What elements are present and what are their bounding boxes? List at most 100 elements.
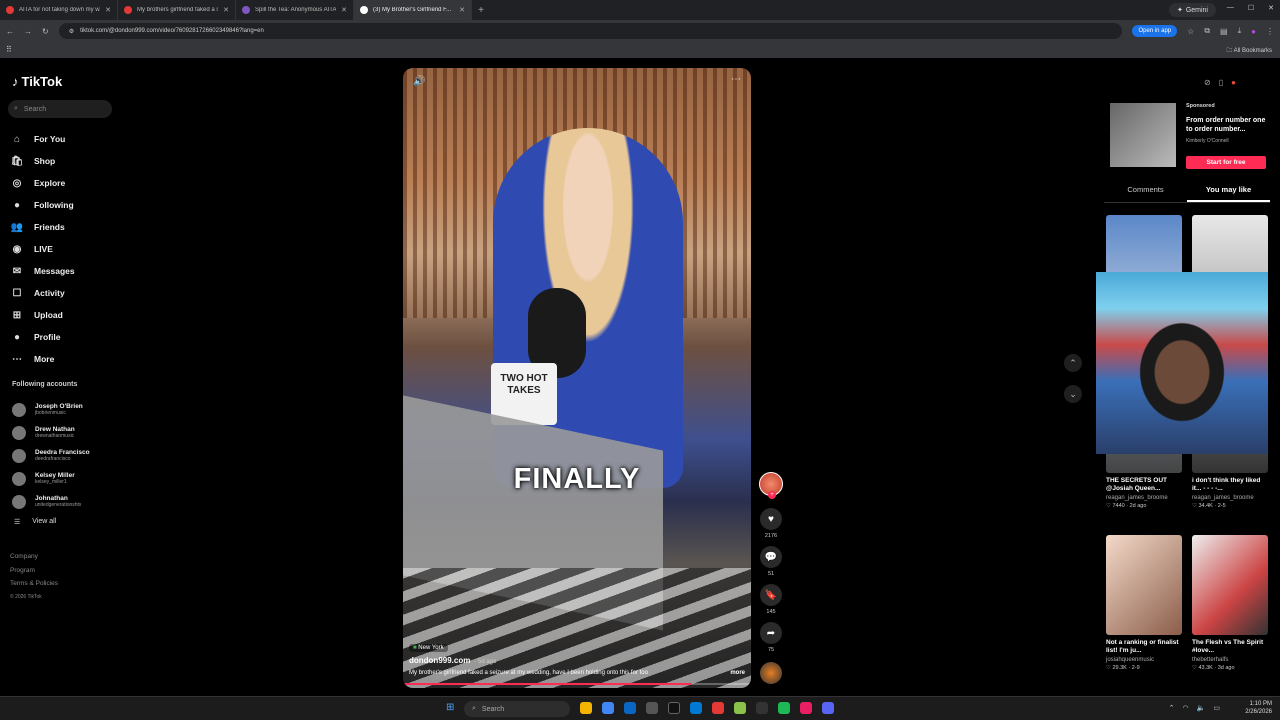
list-icon: ☰	[14, 519, 21, 526]
apps-grid-icon[interactable]: ⠿	[6, 45, 12, 54]
profile-avatar-icon[interactable]: ●	[1251, 27, 1256, 36]
mail-icon[interactable]	[690, 702, 702, 714]
sponsored-ad[interactable]: Sponsored From order number one to order…	[1110, 103, 1270, 173]
close-window-icon[interactable]: ✕	[1268, 4, 1274, 12]
minimize-icon[interactable]: —	[1227, 4, 1234, 12]
video-author[interactable]: dondon999.com · 5d ago	[409, 656, 745, 665]
browser-tab[interactable]: My brothers girlfriend faked a s... ✕	[118, 0, 236, 20]
clock[interactable]: 1:10 PM 2/26/2026	[1245, 700, 1272, 716]
next-video-button[interactable]: ⌄	[1064, 385, 1082, 403]
browser-tab[interactable]: AITA for not taking down my w... ✕	[0, 0, 118, 20]
search-input[interactable]: ⌕ Search	[8, 100, 112, 118]
location-pin-icon: ■	[413, 645, 417, 651]
open-in-app-button[interactable]: Open in app	[1132, 25, 1178, 37]
volume-icon[interactable]: 🔊	[413, 76, 425, 87]
creator-avatar[interactable]: +	[759, 472, 783, 499]
all-bookmarks-link[interactable]: 🗀 All Bookmarks	[1226, 46, 1272, 56]
follow-plus-icon[interactable]: +	[768, 491, 776, 499]
compass-tool-icon[interactable]: ⊘	[1204, 78, 1211, 87]
previous-video-button[interactable]: ⌃	[1064, 354, 1082, 372]
footer-terms[interactable]: Terms & Policies	[10, 577, 58, 591]
bookmark-star-icon[interactable]: ☆	[1187, 27, 1194, 36]
phone-icon[interactable]: ▯	[1219, 78, 1223, 87]
nav-item-following[interactable]: ● Following	[10, 194, 120, 216]
footer-company[interactable]: Company	[10, 550, 58, 564]
gemini-button[interactable]: ✦ Gemini	[1168, 3, 1216, 17]
close-tab-icon[interactable]: ✕	[341, 6, 347, 14]
following-account[interactable]: Joseph O'Brien jbobrienmusic	[12, 398, 122, 421]
video-progress-bar[interactable]	[403, 683, 751, 685]
terminal-icon[interactable]	[756, 702, 768, 714]
location-tag[interactable]: ■ New York	[409, 644, 448, 652]
recommended-card[interactable]: The Flesh vs The Spirit #love... thebett…	[1192, 535, 1268, 671]
back-icon[interactable]: ←	[6, 27, 14, 36]
share-button[interactable]: ➦	[760, 622, 782, 644]
taskbar-search[interactable]: ⌕ Search	[464, 701, 570, 717]
battery-icon[interactable]: ▭	[1213, 704, 1220, 712]
nav-item-explore[interactable]: ◎ Explore	[10, 172, 120, 194]
user-avatar-icon[interactable]: ●	[1231, 78, 1236, 87]
music-disc-icon[interactable]	[760, 662, 782, 684]
save-button[interactable]: 🔖	[760, 584, 782, 606]
more-link[interactable]: more	[730, 670, 745, 676]
following-account[interactable]: Johnathan unitedgenerationshtx	[12, 490, 122, 513]
chrome-icon[interactable]	[602, 702, 614, 714]
like-button[interactable]: ♥	[760, 508, 782, 530]
following-account[interactable]: Drew Nathan drewnathanmusic	[12, 421, 122, 444]
address-bar-row: ← → ↻ ⚙ tiktok.com/@dondon999.com/video/…	[0, 20, 1280, 42]
tab-you-may-like[interactable]: You may like	[1187, 185, 1270, 202]
clock-date: 2/26/2026	[1245, 709, 1272, 715]
speaker-icon[interactable]: 🔈	[1197, 704, 1206, 712]
comment-button[interactable]: 💬	[760, 546, 782, 568]
footer-program[interactable]: Program	[10, 564, 58, 578]
nav-item-friends[interactable]: 👥 Friends	[10, 216, 120, 238]
spotify-icon[interactable]	[778, 702, 790, 714]
nav-item-shop[interactable]: 🛍 Shop	[10, 150, 120, 172]
browser-menu-icon[interactable]: ⋮	[1266, 27, 1274, 36]
app-icon[interactable]	[646, 702, 658, 714]
wifi-icon[interactable]: ◠	[1183, 704, 1189, 712]
nav-item-live[interactable]: ◉ LIVE	[10, 238, 120, 260]
nav-item-for-you[interactable]: ⌂ For You	[10, 128, 120, 150]
discord-icon[interactable]	[822, 702, 834, 714]
maximize-icon[interactable]: ☐	[1248, 4, 1254, 12]
reload-icon[interactable]: ↻	[42, 27, 49, 36]
url-field[interactable]: ⚙ tiktok.com/@dondon999.com/video/760928…	[58, 23, 1123, 39]
panel-tabs: Comments You may like	[1104, 185, 1270, 203]
nav-item-upload[interactable]: ⊞ Upload	[10, 304, 120, 326]
nav-item-more[interactable]: ⋯ More	[10, 348, 120, 370]
chevron-up-icon[interactable]: ⌃	[1169, 704, 1175, 712]
file-explorer-icon[interactable]	[580, 702, 592, 714]
close-tab-icon[interactable]: ✕	[105, 6, 111, 14]
video-player[interactable]: TWO HOT TAKES FINALLY 🔊 ⋯ ■ New York don…	[403, 68, 751, 688]
tab-comments[interactable]: Comments	[1104, 185, 1187, 202]
close-tab-icon[interactable]: ✕	[223, 6, 229, 14]
view-all-link[interactable]: ☰ View all	[14, 518, 56, 526]
app-green-icon[interactable]	[734, 702, 746, 714]
recommended-card[interactable]: Not a ranking or finalist list! I'm ju..…	[1106, 535, 1182, 671]
store-icon[interactable]	[624, 702, 636, 714]
browser-tab[interactable]: (3) My Brother's Girlfriend F... ✕	[354, 0, 472, 20]
close-tab-icon[interactable]: ✕	[459, 6, 465, 14]
extensions-icon[interactable]: ⧉	[1204, 26, 1210, 36]
side-panel-icon[interactable]: ▤	[1220, 27, 1228, 36]
tiktok-logo[interactable]: ♪ TikTok	[12, 74, 62, 89]
account-name: Joseph O'Brien	[35, 403, 83, 410]
app-red-icon[interactable]	[712, 702, 724, 714]
video-more-icon[interactable]: ⋯	[731, 74, 741, 85]
compass-icon: ◎	[12, 177, 22, 189]
start-for-free-button[interactable]: Start for free	[1186, 156, 1266, 169]
browser-tab[interactable]: Spill the Tea: Anonymous AITA ✕	[236, 0, 354, 20]
following-account[interactable]: Deedra Francisco deedrafrancisco	[12, 444, 122, 467]
tiktok-app-icon[interactable]	[668, 702, 680, 714]
app-pink-icon[interactable]	[800, 702, 812, 714]
new-tab-icon[interactable]: +	[472, 5, 490, 16]
windows-start-icon[interactable]: ⊞	[446, 702, 454, 713]
following-account[interactable]: Kelsey Miller kelsey_miller1	[12, 467, 122, 490]
nav-item-messages[interactable]: ✉ Messages	[10, 260, 120, 282]
site-info-icon[interactable]: ⚙	[69, 28, 74, 35]
nav-item-profile[interactable]: ● Profile	[10, 326, 120, 348]
forward-icon[interactable]: →	[24, 27, 32, 36]
download-icon[interactable]: ⤓	[1238, 26, 1242, 36]
nav-item-activity[interactable]: ☐ Activity	[10, 282, 120, 304]
